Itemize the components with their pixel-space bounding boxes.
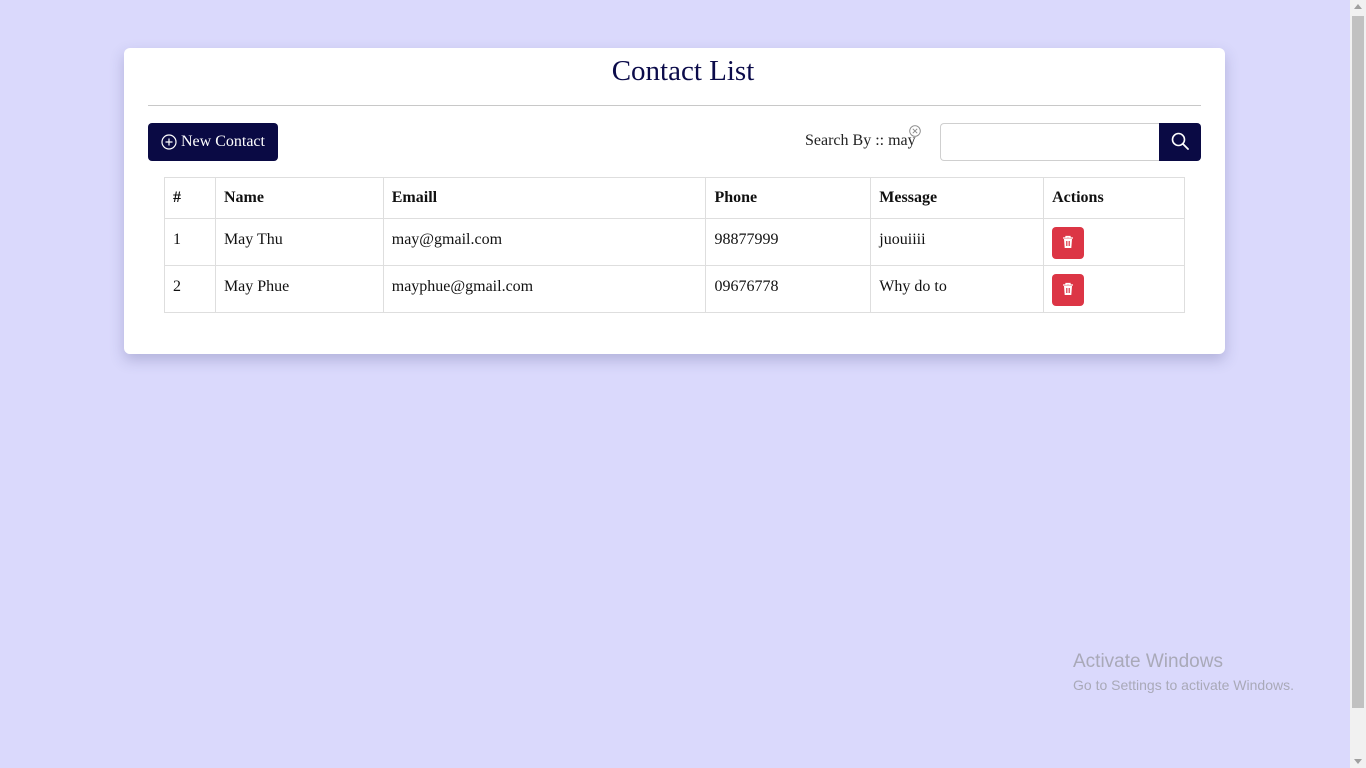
search-input[interactable] xyxy=(940,123,1159,161)
delete-button[interactable] xyxy=(1052,274,1085,306)
clear-icon[interactable] xyxy=(909,124,921,137)
new-contact-label: New Contact xyxy=(181,133,265,150)
header-index: # xyxy=(164,177,216,219)
cell-email: may@gmail.com xyxy=(382,218,707,266)
table-row: 1 May Thu may@gmail.com 98877999 juouiii… xyxy=(164,218,1185,266)
cell-email: mayphue@gmail.com xyxy=(382,265,707,313)
header-actions: Actions xyxy=(1043,177,1185,219)
table-header-row: # Name Emaill Phone Message Actions xyxy=(164,177,1185,219)
cell-phone: 98877999 xyxy=(705,218,872,266)
cell-index: 2 xyxy=(164,265,216,313)
watermark-subtitle: Go to Settings to activate Windows. xyxy=(1073,677,1294,693)
search-icon xyxy=(1171,132,1189,153)
header-message: Message xyxy=(870,177,1045,219)
header-email: Emaill xyxy=(382,177,707,219)
search-button[interactable] xyxy=(1159,123,1201,161)
contacts-table: # Name Emaill Phone Message Actions 1 Ma… xyxy=(164,177,1185,313)
plus-circle-icon xyxy=(161,134,177,150)
delete-button[interactable] xyxy=(1052,227,1085,259)
scroll-up-arrow-icon[interactable] xyxy=(1354,4,1362,9)
new-contact-button[interactable]: New Contact xyxy=(148,123,278,161)
scroll-down-arrow-icon[interactable] xyxy=(1354,759,1362,764)
trash-icon xyxy=(1062,235,1074,252)
vertical-scrollbar[interactable] xyxy=(1350,0,1366,768)
scroll-thumb[interactable] xyxy=(1352,16,1364,708)
cell-actions xyxy=(1043,265,1185,313)
search-by-label: Search By :: may xyxy=(805,132,916,149)
cell-actions xyxy=(1043,218,1185,266)
cell-phone: 09676778 xyxy=(705,265,872,313)
cell-message: Why do to xyxy=(870,265,1045,313)
cell-name: May Phue xyxy=(214,265,384,313)
cell-message: juouiiii xyxy=(870,218,1045,266)
table-row: 2 May Phue mayphue@gmail.com 09676778 Wh… xyxy=(164,265,1185,313)
trash-icon xyxy=(1062,282,1074,299)
cell-index: 1 xyxy=(164,218,216,266)
cell-name: May Thu xyxy=(214,218,384,266)
page-title: Contact List xyxy=(611,55,755,87)
header-name: Name xyxy=(214,177,384,219)
header-phone: Phone xyxy=(705,177,872,219)
watermark-title: Activate Windows xyxy=(1073,651,1223,672)
divider xyxy=(148,105,1201,106)
windows-activation-watermark: Activate Windows Go to Settings to activ… xyxy=(1073,651,1294,693)
